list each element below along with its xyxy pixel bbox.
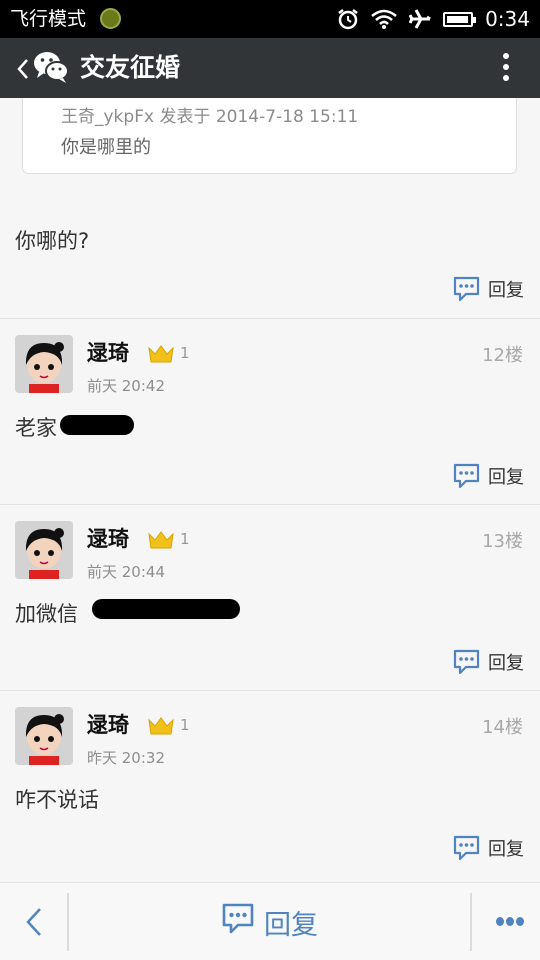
airplane-icon [409, 9, 431, 29]
reply-label: 回复 [488, 280, 524, 301]
post-text: 加微信 [15, 602, 78, 626]
post-text: 老家 [15, 416, 57, 440]
reply-label: 回复 [488, 839, 524, 860]
alarm-icon [338, 9, 358, 30]
post-text: 咋不说话 [15, 788, 99, 812]
redaction-scribble [60, 415, 134, 435]
crown-icon [148, 345, 174, 363]
airplane-mode-label: 飞行模式 [10, 8, 87, 30]
user-level: 1 [180, 344, 190, 362]
floor-number: 13楼 [482, 531, 523, 552]
more-dots-icon[interactable] [496, 915, 524, 929]
reply-post-label: 回复 [264, 909, 318, 941]
user-level: 1 [180, 530, 190, 548]
user-level: 1 [180, 716, 190, 734]
reply-label: 回复 [488, 653, 524, 674]
post-floor-14: 逯琦 1 昨天 20:32 14楼 咋不说话 回复 [0, 691, 540, 877]
back-chevron-icon[interactable] [10, 52, 32, 84]
username[interactable]: 逯琦 [87, 709, 129, 739]
floor-number: 12楼 [482, 345, 523, 366]
quote-text: 你是哪里的 [61, 137, 151, 158]
battery-icon [443, 11, 477, 27]
reply-button[interactable]: 回复 [453, 274, 524, 304]
post-time: 昨天 20:32 [87, 749, 165, 767]
overflow-menu-icon[interactable] [502, 53, 510, 85]
quote-meta: 王奇_ykpFx 发表于 2014-7-18 15:11 [61, 107, 359, 127]
back-arrow-icon[interactable] [20, 905, 50, 939]
status-time: 0:34 [485, 7, 530, 31]
bottom-toolbar: 回复 [0, 882, 540, 960]
toolbar-divider [470, 893, 472, 951]
post-time: 前天 20:44 [87, 563, 165, 581]
wifi-icon [371, 9, 397, 29]
status-right: 0:34 [337, 5, 530, 33]
reply-button[interactable]: 回复 [453, 461, 524, 491]
status-bar: 飞行模式 0:34 [0, 0, 540, 38]
post-floor-13: 逯琦 1 前天 20:44 13楼 加微信 回复 [0, 505, 540, 691]
floor-number: 14楼 [482, 717, 523, 738]
redaction-scribble [92, 599, 240, 619]
app-header: 交友征婚 [0, 38, 540, 98]
crown-icon [148, 717, 174, 735]
reply-bubble-icon [453, 649, 480, 675]
toolbar-divider [67, 893, 69, 951]
game-icon [100, 8, 122, 29]
avatar[interactable] [15, 335, 73, 393]
thread-content: 王奇_ykpFx 发表于 2014-7-18 15:11 你是哪里的 你哪的? … [0, 98, 540, 882]
reply-label: 回复 [488, 467, 524, 488]
username[interactable]: 逯琦 [87, 337, 129, 367]
status-left: 飞行模式 [10, 6, 122, 32]
page-title: 交友征婚 [80, 53, 181, 82]
username[interactable]: 逯琦 [87, 523, 129, 553]
reply-post-button[interactable]: 回复 [222, 903, 318, 941]
reply-bubble-icon [222, 903, 254, 942]
post-time: 前天 20:42 [87, 377, 165, 395]
reply-bubble-icon [453, 276, 480, 302]
wechat-icon[interactable] [33, 50, 69, 84]
reply-bubble-icon [453, 835, 480, 861]
crown-icon [148, 531, 174, 549]
avatar[interactable] [15, 707, 73, 765]
post-floor-12: 逯琦 1 前天 20:42 12楼 老家 回复 [0, 319, 540, 505]
reply-button[interactable]: 回复 [453, 833, 524, 863]
reply-text: 你哪的? [15, 229, 90, 253]
quoted-post: 王奇_ykpFx 发表于 2014-7-18 15:11 你是哪里的 [22, 98, 517, 174]
reply-button[interactable]: 回复 [453, 647, 524, 677]
avatar[interactable] [15, 521, 73, 579]
reply-bubble-icon [453, 463, 480, 489]
